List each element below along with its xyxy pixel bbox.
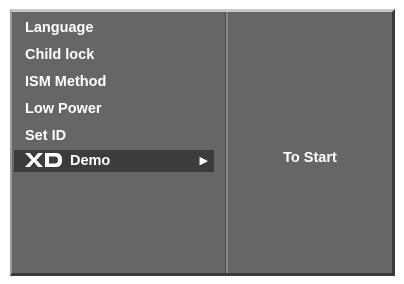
submenu-panel: To Start [228,12,392,273]
osd-menu-window: Language Child lock ISM Method Low Power… [10,9,395,276]
menu-item-language[interactable]: Language [14,17,214,39]
right-arrow-icon: ▶ [199,155,208,167]
option-menu-list: Language Child lock ISM Method Low Power… [12,12,225,273]
menu-item-ism-method[interactable]: ISM Method [14,71,214,93]
menu-item-label: Child lock [25,47,95,63]
to-start-option[interactable]: To Start [228,150,392,166]
menu-item-label: Set ID [25,128,67,144]
xd-logo [25,152,62,167]
menu-item-label: Demo [70,153,111,169]
menu-item-label: ISM Method [25,74,107,90]
menu-item-label: Language [25,20,94,36]
menu-item-low-power[interactable]: Low Power [14,98,214,120]
menu-item-label: Low Power [25,101,102,117]
menu-item-xd-demo[interactable]: Demo ▶ [14,150,214,172]
menu-item-child-lock[interactable]: Child lock [14,44,214,66]
menu-item-set-id[interactable]: Set ID [14,125,214,147]
